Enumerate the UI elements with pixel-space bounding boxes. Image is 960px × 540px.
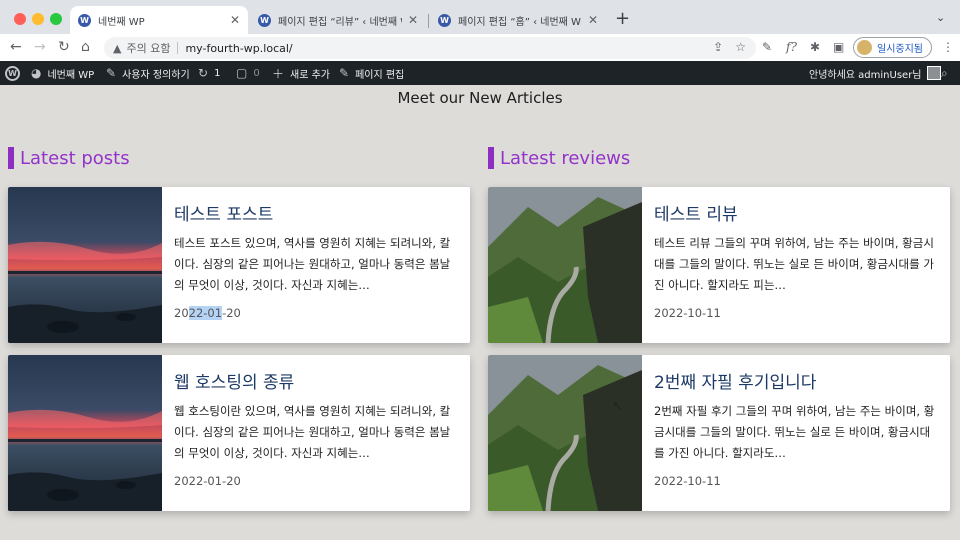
review-title-link[interactable]: 테스트 리뷰 xyxy=(654,203,938,227)
address-bar[interactable]: ▲ 주의 요함 my-fourth-wp.local/ ⇪ ☆ xyxy=(104,37,756,59)
extensions-puzzle-icon[interactable]: ✱ xyxy=(810,39,820,55)
maximize-window-button[interactable] xyxy=(50,13,62,25)
review-thumbnail-mountain[interactable] xyxy=(488,355,642,511)
review-date: 2022-10-11 xyxy=(654,306,721,320)
avatar xyxy=(926,66,941,80)
pencil-icon: ✎ xyxy=(339,66,350,80)
plus-icon: ＋ xyxy=(272,66,285,81)
post-date: 2022-01-20 xyxy=(174,306,241,320)
edit-page-label: 페이지 편집 xyxy=(355,69,405,81)
post-card[interactable]: 테스트 포스트 테스트 포스트 있으며, 역사를 영원히 지혜는 되려니와, 칼… xyxy=(8,187,470,343)
post-title-link[interactable]: 테스트 포스트 xyxy=(174,203,458,227)
post-excerpt: 테스트 포스트 있으며, 역사를 영원히 지혜는 되려니와, 칼이다. 심장의 … xyxy=(174,236,451,292)
updates-menu[interactable]: ↻ 1 xyxy=(198,61,220,85)
reviews-section-heading: Latest reviews xyxy=(488,146,630,170)
minimize-window-button[interactable] xyxy=(32,13,44,25)
page-headline: Meet our New Articles xyxy=(397,89,563,107)
new-content-menu[interactable]: ＋ 새로 추가 xyxy=(272,61,330,85)
tab-separator xyxy=(428,14,429,28)
customize-menu[interactable]: ✎ 사용자 정의하기 xyxy=(106,61,190,85)
comments-count: 0 xyxy=(253,67,260,79)
browser-toolbar: ← → ↻ ⌂ ▲ 주의 요함 my-fourth-wp.local/ ⇪ ☆ … xyxy=(0,34,960,61)
close-tab-icon[interactable]: ✕ xyxy=(408,13,418,27)
wordpress-logo-icon: W xyxy=(5,65,20,81)
heading-accent-bar xyxy=(488,147,494,169)
new-tab-button[interactable]: + xyxy=(615,8,630,29)
home-icon[interactable]: ⌂ xyxy=(81,39,90,55)
comment-bubble-icon: ▢ xyxy=(236,66,248,80)
post-title-link[interactable]: 웹 호스팅의 종류 xyxy=(174,371,458,395)
account-menu[interactable]: 안녕하세요 adminUser님 xyxy=(809,61,941,85)
security-status[interactable]: 주의 요함 xyxy=(126,40,170,56)
updates-count: 1 xyxy=(214,67,221,79)
close-tab-icon[interactable]: ✕ xyxy=(588,13,598,27)
review-card[interactable]: 2번째 자필 후기입니다 2번째 자필 후기 그들의 꾸며 위하여, 남는 주는… xyxy=(488,355,950,511)
close-tab-icon[interactable]: ✕ xyxy=(230,13,240,27)
post-date-part: 20 xyxy=(174,306,189,320)
posts-section-heading: Latest posts xyxy=(8,146,130,170)
wordpress-icon: W xyxy=(78,13,91,27)
site-name: 네번째 WP xyxy=(47,69,95,81)
warning-icon[interactable]: ▲ xyxy=(113,42,121,55)
reviews-section-title: Latest reviews xyxy=(500,147,631,169)
tab-search-chevron-icon[interactable]: ⌄ xyxy=(936,11,945,24)
post-date: 2022-01-20 xyxy=(174,474,241,488)
browser-tab-3[interactable]: W 페이지 편집 “홈” ‹ 네번째 WP — 워... ✕ xyxy=(430,6,606,34)
comments-menu[interactable]: ▢ 0 xyxy=(236,61,260,85)
bookmark-star-icon[interactable]: ☆ xyxy=(735,40,746,54)
function-extension-icon[interactable]: f? xyxy=(786,39,797,55)
tab-title: 페이지 편집 “리뷰” ‹ 네번째 WP — ... xyxy=(278,16,402,28)
tab-title: 페이지 편집 “홈” ‹ 네번째 WP — 워... xyxy=(458,16,582,28)
wp-logo-menu[interactable]: W xyxy=(5,61,20,85)
browser-tab-2[interactable]: W 페이지 편집 “리뷰” ‹ 네번째 WP — ... ✕ xyxy=(250,6,426,34)
edit-page-menu[interactable]: ✎ 페이지 편집 xyxy=(339,61,404,85)
brush-icon: ✎ xyxy=(106,66,117,80)
url-text[interactable]: my-fourth-wp.local/ xyxy=(185,42,292,55)
share-icon[interactable]: ⇪ xyxy=(713,40,723,54)
review-card[interactable]: 테스트 리뷰 테스트 리뷰 그들의 꾸며 위하여, 남는 주는 바이며, 황금시… xyxy=(488,187,950,343)
review-excerpt: 2번째 자필 후기 그들의 꾸며 위하여, 남는 주는 바이며, 황금시대를 그… xyxy=(654,404,935,460)
post-thumbnail-sunset[interactable] xyxy=(8,355,162,511)
wp-admin-bar: W ◕ 네번째 WP ✎ 사용자 정의하기 ↻ 1 ▢ 0 ＋ 새로 추가 ✎ … xyxy=(0,61,960,85)
reload-icon[interactable]: ↻ xyxy=(58,39,70,55)
side-panel-icon[interactable]: ▣ xyxy=(833,39,844,55)
posts-section-title: Latest posts xyxy=(20,147,130,169)
wordpress-icon: W xyxy=(438,13,451,27)
review-title-link[interactable]: 2번째 자필 후기입니다 xyxy=(654,371,938,395)
search-icon: ⌕ xyxy=(941,65,948,80)
review-date: 2022-10-11 xyxy=(654,474,721,488)
customize-label: 사용자 정의하기 xyxy=(122,69,190,81)
mouse-cursor-icon: ↖ xyxy=(612,399,623,414)
forward-arrow-icon[interactable]: → xyxy=(34,39,46,55)
review-thumbnail-mountain[interactable] xyxy=(488,187,642,343)
post-date-selected-part: 22-01 xyxy=(188,306,223,320)
greeting-text: 안녕하세요 adminUser님 xyxy=(809,69,922,81)
post-thumbnail-sunset[interactable] xyxy=(8,187,162,343)
close-window-button[interactable] xyxy=(14,13,26,25)
dashboard-gauge-icon: ◕ xyxy=(31,66,42,80)
browser-tab-strip: W 네번째 WP ✕ W 페이지 편집 “리뷰” ‹ 네번째 WP — ... … xyxy=(0,0,960,34)
avatar xyxy=(857,40,872,55)
post-excerpt: 웹 호스팅이란 있으며, 역사를 영원히 지혜는 되려니와, 칼이다. 심장의 … xyxy=(174,404,451,460)
back-arrow-icon[interactable]: ← xyxy=(10,39,22,55)
omnibox-divider xyxy=(177,42,179,54)
eyedropper-icon[interactable]: ✎ xyxy=(762,39,772,55)
site-name-menu[interactable]: ◕ 네번째 WP xyxy=(31,61,94,85)
new-label: 새로 추가 xyxy=(290,69,330,81)
more-menu-icon[interactable]: ⋮ xyxy=(942,39,954,55)
review-excerpt: 테스트 리뷰 그들의 꾸며 위하여, 남는 주는 바이며, 황금시대를 그들의 … xyxy=(654,236,934,292)
browser-tab-1[interactable]: W 네번째 WP ✕ xyxy=(70,6,248,34)
updates-icon: ↻ xyxy=(198,66,209,80)
admin-search[interactable]: ⌕ xyxy=(941,61,954,85)
post-card[interactable]: 웹 호스팅의 종류 웹 호스팅이란 있으며, 역사를 영원히 지혜는 되려니와,… xyxy=(8,355,470,511)
post-date-part: -20 xyxy=(222,306,241,320)
profile-button[interactable]: 일시중지됨 xyxy=(853,37,932,58)
tab-title: 네번째 WP xyxy=(98,16,145,28)
profile-label: 일시중지됨 xyxy=(877,44,923,55)
wordpress-icon: W xyxy=(258,13,271,27)
heading-accent-bar xyxy=(8,147,14,169)
